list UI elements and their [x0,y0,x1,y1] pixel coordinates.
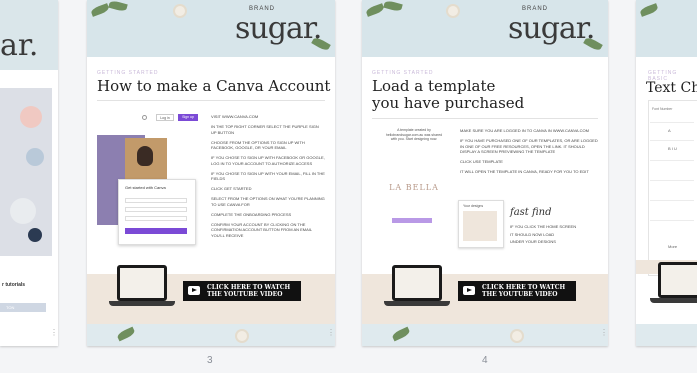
page-number: 4 [482,355,488,366]
flower-decoration-icon [175,6,185,16]
list-item: IF YOU CHOSE TO SIGN UP WITH YOUR EMAIL,… [211,170,325,182]
list-item: CLICK USE TEMPLATE [460,159,503,164]
divider [97,100,325,101]
page-title-line: you have purchased [372,94,525,112]
list-item: SELECT FROM THE OPTIONS ON WHAT YOU'RE P… [211,196,325,207]
page-title: Load a template you have purchased [372,78,524,112]
cta-label: CLICK HERE TO WATCH THE YOUTUBE VIDEO [207,284,291,298]
tutorials-text: r tutorials [2,282,26,288]
page-kicker: GETTING STARTED [97,70,159,76]
kebab-menu-icon[interactable]: ⋮ [327,328,335,337]
list-item: IF YOU CHOSE TO SIGN UP WITH FACEBOOK OR… [211,155,325,166]
list-item: IF YOU HAVE PURCHASED ONE OF OUR TEMPLAT… [460,138,598,154]
page-title-line: Load a template [372,77,496,95]
signup-button-mockup: Sign up [178,114,198,121]
divider [650,160,694,161]
use-template-button-mockup [392,218,432,223]
divider [650,140,694,141]
modal-field [125,216,187,221]
page-footer-banner [636,324,697,346]
page-footer-banner [362,324,608,346]
play-icon [463,286,475,295]
leaf-decoration-icon [391,326,411,342]
list-item: MAKE SURE YOU ARE LOGGED IN TO CANVA IN … [460,128,589,133]
leaf-decoration-icon [90,3,110,17]
help-icon [142,115,147,120]
watch-video-button[interactable]: CLICK HERE TO WATCH THE YOUTUBE VIDEO [458,281,576,301]
divider [650,122,694,123]
steps-list: MAKE SURE YOU ARE LOGGED IN TO CANVA IN … [460,128,598,179]
signup-modal-mockup: Get started with Canva [118,179,196,245]
laptop-mockup [650,262,697,308]
page-title: Text Ch [646,80,697,96]
divider [650,220,694,221]
list-item: IT WILL OPEN THE TEMPLATE IN CANVA, READ… [460,169,589,174]
canva-header-mockup: Log in Sign up [142,114,204,122]
template-name: LA BELLA [389,183,439,192]
person-silhouette [137,146,153,166]
find-steps-list: IF YOU CLICK THE HOME SCREEN IT SHOULD N… [510,224,600,247]
watch-video-button[interactable]: CLICK HERE TO WATCH THE YOUTUBE VIDEO [183,281,301,301]
list-item: IT SHOULD NOW LOAD [510,231,555,237]
divider [372,118,598,119]
design-thumbnail [463,211,497,241]
modal-field [125,198,187,203]
login-button-mockup: Log in [156,114,174,121]
brand-logo: ar. [0,28,39,63]
template-caption: A template created by hellobrandsugar.co… [385,128,443,141]
list-item: COMPLETE THE ONBOARDING PROCESS [211,211,292,217]
page-header-banner [636,0,697,57]
divider [650,200,694,201]
page-footer-banner [87,324,335,346]
leaf-decoration-icon [116,326,136,342]
brand-logo: sugar. [508,11,595,46]
leaf-decoration-icon [365,3,385,17]
modal-title: Get started with Canva [125,185,166,190]
laptop-mockup [109,265,175,311]
your-designs-mockup: Your designs [458,200,504,248]
panel-cell: B I U [668,146,677,151]
modal-field [125,207,187,212]
page-thumbnail-4[interactable]: BRAND sugar. GETTING STARTED Load a temp… [362,0,608,346]
lifestyle-photo [0,88,52,256]
list-item: CONFIRM YOUR ACCOUNT BY CLICKING ON THE … [211,221,312,238]
list-item: IF YOU CLICK THE HOME SCREEN [510,224,577,229]
text-settings-panel: Font Number [648,100,697,276]
page-title: How to make a Canva Account [97,77,331,95]
list-item: IN THE TOP RIGHT CORNER SELECT THE PURPL… [211,124,319,135]
leaf-decoration-icon [108,0,128,13]
page-number: 3 [207,355,213,366]
script-heading: fast find [510,207,552,218]
play-icon [188,286,200,295]
panel-label: Font Number [652,107,673,111]
laptop-mockup [384,265,450,311]
kebab-menu-icon[interactable]: ⋮ [600,328,608,337]
brand-logo: sugar. [235,11,322,46]
list-item: UNDER YOUR DESIGNS [510,239,556,244]
page-kicker: GETTING STARTED [372,70,434,76]
tutorials-button[interactable]: TON [0,303,46,312]
divider [650,180,694,181]
flower-decoration-icon [512,331,522,341]
list-item: CHOOSE FROM THE OPTIONS TO SIGN UP WITH … [211,139,305,151]
page-thumbnail-left[interactable]: ar. r tutorials TON ⋮ [0,0,58,346]
page-thumbnail-right[interactable]: GETTING BASIC Text Ch Font Number A B I … [636,0,697,346]
kebab-menu-icon[interactable]: ⋮ [50,328,58,337]
cta-label: CLICK HERE TO WATCH THE YOUTUBE VIDEO [482,284,566,298]
list-item: CLICK GET STARTED [211,186,252,191]
leaf-decoration-icon [383,0,403,13]
your-designs-label: Your designs [463,204,484,208]
steps-list: VISIT WWW.CANVA.COM IN THE TOP RIGHT COR… [211,114,325,243]
leaf-decoration-icon [639,3,659,17]
panel-cell: More [668,244,678,249]
modal-continue-button [125,228,187,234]
flower-decoration-icon [237,331,247,341]
flower-decoration-icon [448,6,458,16]
page-thumbnail-3[interactable]: BRAND sugar. GETTING STARTED How to make… [87,0,335,346]
panel-cell: A [668,128,671,133]
list-item: VISIT WWW.CANVA.COM [211,114,259,119]
